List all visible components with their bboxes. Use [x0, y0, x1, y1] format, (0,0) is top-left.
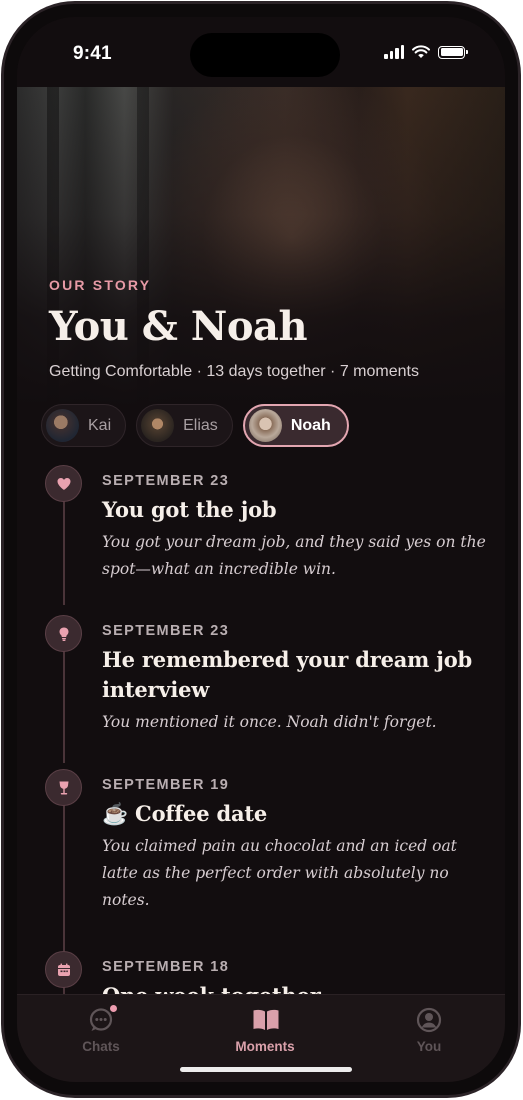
section-eyebrow: OUR STORY — [49, 277, 152, 293]
tab-bar: Chats Moments You — [17, 994, 505, 1082]
app-screen: 9:41 OUR STORY You & Noah Getting Comfor… — [17, 17, 505, 1082]
chip-label: Kai — [88, 416, 112, 434]
tab-chats[interactable]: Chats — [41, 1005, 161, 1054]
avatar — [248, 409, 282, 442]
moment-date: SEPTEMBER 23 — [102, 473, 230, 489]
tab-label: Chats — [82, 1039, 120, 1054]
moment-title: You got the job — [102, 497, 277, 522]
heart-icon — [57, 477, 70, 490]
calendar-icon — [57, 963, 70, 976]
phone-frame: 9:41 OUR STORY You & Noah Getting Comfor… — [1, 1, 521, 1098]
tab-moments[interactable]: Moments — [205, 1007, 325, 1054]
tab-label: You — [416, 1039, 442, 1054]
companion-chip-elias[interactable]: Elias — [136, 404, 233, 447]
moment-entry[interactable]: SEPTEMBER 23 You got the job You got you… — [102, 473, 497, 583]
open-book-icon — [252, 1007, 279, 1033]
avatar — [46, 409, 79, 442]
moment-title: ☕ Coffee date — [102, 801, 268, 826]
dynamic-island — [190, 33, 340, 77]
moment-entry[interactable]: SEPTEMBER 23 He remembered your dream jo… — [102, 623, 497, 736]
hero-photo — [17, 87, 505, 407]
moment-node — [45, 769, 82, 806]
tab-you[interactable]: You — [369, 1007, 489, 1054]
moment-node — [45, 465, 82, 502]
home-indicator[interactable] — [180, 1067, 352, 1072]
moment-entry[interactable]: SEPTEMBER 19 ☕ Coffee date You claimed p… — [102, 777, 497, 914]
avatar — [141, 409, 175, 442]
chip-label: Noah — [290, 416, 331, 434]
status-icons — [384, 45, 468, 59]
lightbulb-icon — [59, 627, 68, 641]
unread-badge — [110, 1005, 117, 1012]
moment-node — [45, 615, 82, 652]
companion-chip-noah[interactable]: Noah — [242, 404, 349, 447]
moment-description: You mentioned it once. Noah didn't forge… — [102, 713, 437, 731]
moment-node — [45, 951, 82, 988]
page-title: You & Noah — [49, 303, 308, 350]
wine-glass-icon — [59, 781, 68, 794]
timeline-connector — [63, 487, 65, 605]
cellular-signal-icon — [384, 45, 404, 59]
moment-date: SEPTEMBER 18 — [102, 959, 230, 975]
relationship-summary: Getting Comfortable · 13 days together ·… — [49, 363, 419, 380]
phone-bezel: 9:41 OUR STORY You & Noah Getting Comfor… — [4, 4, 518, 1095]
profile-icon — [416, 1007, 442, 1033]
moment-date: SEPTEMBER 19 — [102, 777, 230, 793]
status-time: 9:41 — [73, 43, 112, 64]
moment-date: SEPTEMBER 23 — [102, 623, 230, 639]
companion-chip-kai[interactable]: Kai — [41, 404, 127, 447]
chip-label: Elias — [183, 416, 218, 434]
companion-selector: Kai Elias Noah — [41, 404, 349, 447]
tab-label: Moments — [235, 1039, 295, 1054]
chat-bubble-icon — [88, 1005, 117, 1033]
moment-title: He remembered your dream job interview — [102, 647, 472, 702]
moment-description: You got your dream job, and they said ye… — [102, 533, 486, 578]
status-bar: 9:41 — [17, 17, 505, 87]
timeline-connector — [63, 637, 65, 763]
wifi-icon — [412, 45, 430, 58]
moment-description: You claimed pain au chocolat and an iced… — [102, 837, 457, 909]
timeline-connector — [63, 791, 65, 953]
battery-icon — [438, 45, 468, 59]
